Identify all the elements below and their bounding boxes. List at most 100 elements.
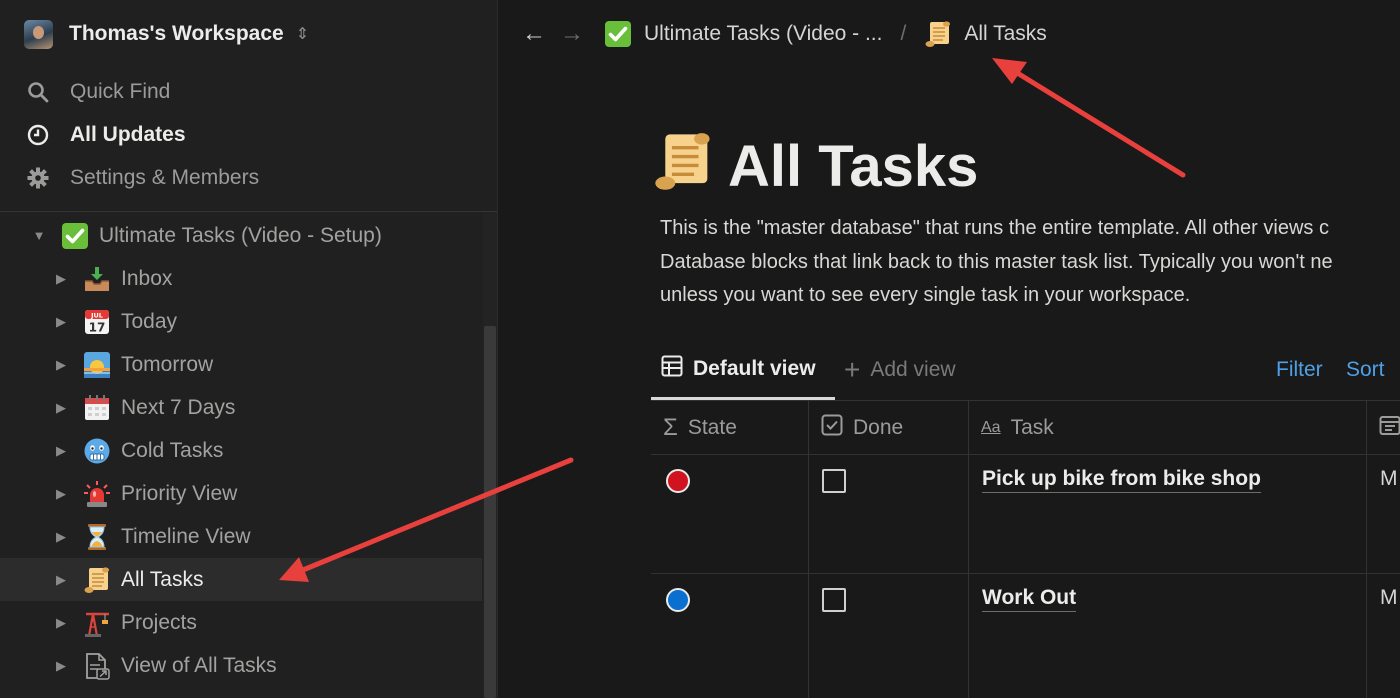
back-arrow-icon[interactable]: ← (522, 20, 548, 48)
sidebar-item-label: Cold Tasks (121, 438, 224, 462)
expand-triangle-icon[interactable]: ▶ (54, 400, 68, 416)
crane-icon (82, 608, 112, 638)
column-header-state[interactable]: Σ State (651, 401, 809, 454)
settings-label: Settings & Members (70, 166, 260, 189)
text-property-icon: Aa (981, 418, 1001, 436)
sidebar-item-view-of-all-tasks[interactable]: ▶ View of All Tasks (0, 644, 482, 687)
sidebar-item-timeline-view[interactable]: ▶ Timeline View (0, 515, 482, 558)
sidebar-item-projects[interactable]: ▶ Projects (0, 601, 482, 644)
breadcrumb-current[interactable]: All Tasks (964, 22, 1046, 46)
table-cell-date[interactable]: M (1380, 586, 1398, 610)
page-description[interactable]: This is the "master database" that runs … (660, 212, 1400, 313)
expand-triangle-icon[interactable]: ▶ (54, 529, 68, 545)
sidebar-item-today[interactable]: ▶ JUL 17 Today (0, 300, 482, 343)
view-tabs: Default view + Add view Filter Sort (651, 340, 1400, 400)
sidebar-item-next-7-days[interactable]: ▶ Next 7 Days (0, 386, 482, 429)
description-line: Database blocks that link back to this m… (660, 250, 1333, 273)
table-cell-done[interactable] (809, 574, 969, 698)
breadcrumb-separator: / (900, 22, 907, 45)
quick-find-label: Quick Find (70, 80, 171, 103)
table-icon (661, 355, 683, 383)
scroll-icon (82, 565, 112, 595)
scroll-icon[interactable] (652, 130, 714, 192)
breadcrumb: ← → Ultimate Tasks (Video - ... / All Ta… (522, 14, 1047, 54)
sidebar-item-ultimate-tasks[interactable]: ▼ Ultimate Tasks (Video - Setup) (0, 214, 482, 257)
state-dot (666, 469, 690, 493)
table-cell-date[interactable]: M (1380, 467, 1398, 491)
table-cell-task[interactable]: Work Out (969, 574, 1367, 698)
add-view-button[interactable]: + Add view (844, 340, 956, 400)
calendar-jul17-icon: JUL 17 (82, 307, 112, 337)
done-checkbox[interactable] (822, 469, 846, 493)
sidebar-item-label: Ultimate Tasks (Video - Setup) (99, 223, 382, 247)
expand-triangle-icon[interactable]: ▶ (54, 658, 68, 674)
svg-text:17: 17 (89, 320, 106, 334)
table-cell-task[interactable]: Pick up bike from bike shop (969, 455, 1367, 573)
column-header-label: Done (853, 415, 904, 439)
collapse-triangle-icon[interactable]: ▼ (32, 228, 46, 243)
sort-button[interactable]: Sort (1346, 340, 1385, 400)
table-cell-done[interactable] (809, 455, 969, 573)
column-header-done[interactable]: Done (809, 401, 969, 454)
check-box-icon (604, 20, 632, 48)
sidebar-item-label: Priority View (121, 481, 238, 505)
add-view-label: Add view (870, 358, 956, 381)
main-content: ← → Ultimate Tasks (Video - ... / All Ta… (498, 0, 1400, 698)
sidebar-item-tomorrow[interactable]: ▶ Tomorrow (0, 343, 482, 386)
siren-icon (82, 479, 112, 509)
check-box-icon (60, 221, 90, 251)
task-title[interactable]: Pick up bike from bike shop (982, 467, 1261, 493)
quick-find[interactable]: Quick Find (26, 74, 170, 110)
spiral-calendar-icon (82, 393, 112, 423)
table-cell-state[interactable] (651, 574, 809, 698)
expand-triangle-icon[interactable]: ▶ (54, 615, 68, 631)
workspace-name: Thomas's Workspace (69, 22, 284, 45)
expand-triangle-icon[interactable]: ▶ (54, 314, 68, 330)
column-header-label: Task (1010, 415, 1054, 439)
sunrise-icon (82, 350, 112, 380)
inbox-tray-icon (82, 264, 112, 294)
column-header-task[interactable]: Aa Task (969, 401, 1367, 454)
column-header-date[interactable] (1367, 401, 1400, 454)
done-checkbox[interactable] (822, 588, 846, 612)
sidebar-item-label: Tomorrow (121, 352, 214, 376)
filter-button[interactable]: Filter (1276, 340, 1323, 400)
sidebar-item-all-tasks[interactable]: ▶ All Tasks (0, 558, 482, 601)
clock-icon (26, 123, 50, 147)
sidebar-item-priority-view[interactable]: ▶ Priority View (0, 472, 482, 515)
page-title[interactable]: All Tasks (728, 132, 978, 202)
hourglass-icon (82, 522, 112, 552)
sidebar-item-cold-tasks[interactable]: ▶ Cold Tasks (0, 429, 482, 472)
sidebar-item-label: Projects (121, 610, 197, 634)
expand-triangle-icon[interactable]: ▶ (54, 572, 68, 588)
sidebar-item-label: Inbox (121, 266, 173, 290)
cold-face-icon (82, 436, 112, 466)
workspace-switcher[interactable]: Thomas's Workspace ⇕ (24, 16, 309, 52)
description-line: This is the "master database" that runs … (660, 217, 1329, 239)
plus-icon: + (844, 354, 861, 385)
expand-triangle-icon[interactable]: ▶ (54, 271, 68, 287)
breadcrumb-parent[interactable]: Ultimate Tasks (Video - ... (644, 22, 882, 46)
chevron-updown-icon: ⇕ (295, 26, 310, 43)
checkbox-property-icon (821, 414, 843, 442)
expand-triangle-icon[interactable]: ▶ (54, 357, 68, 373)
task-title[interactable]: Work Out (982, 586, 1077, 612)
sidebar-item-inbox[interactable]: ▶ Inbox (0, 257, 482, 300)
scroll-icon (924, 20, 952, 48)
calendar-property-icon (1379, 414, 1400, 442)
sidebar-divider (0, 211, 497, 212)
table-cell-state[interactable] (651, 455, 809, 573)
sidebar-item-label: Today (121, 309, 178, 333)
expand-triangle-icon[interactable]: ▶ (54, 486, 68, 502)
tab-label: Default view (693, 356, 816, 380)
state-dot (666, 588, 690, 612)
forward-arrow-icon[interactable]: → (560, 20, 586, 48)
tab-default-view[interactable]: Default view (651, 340, 835, 400)
gear-icon (26, 166, 50, 190)
avatar (24, 19, 53, 49)
sidebar-item-label: Next 7 Days (121, 395, 236, 419)
expand-triangle-icon[interactable]: ▶ (54, 443, 68, 459)
all-updates[interactable]: All Updates (26, 117, 186, 153)
settings-members[interactable]: Settings & Members (26, 160, 259, 196)
sidebar-scrollbar-thumb[interactable] (484, 326, 496, 698)
